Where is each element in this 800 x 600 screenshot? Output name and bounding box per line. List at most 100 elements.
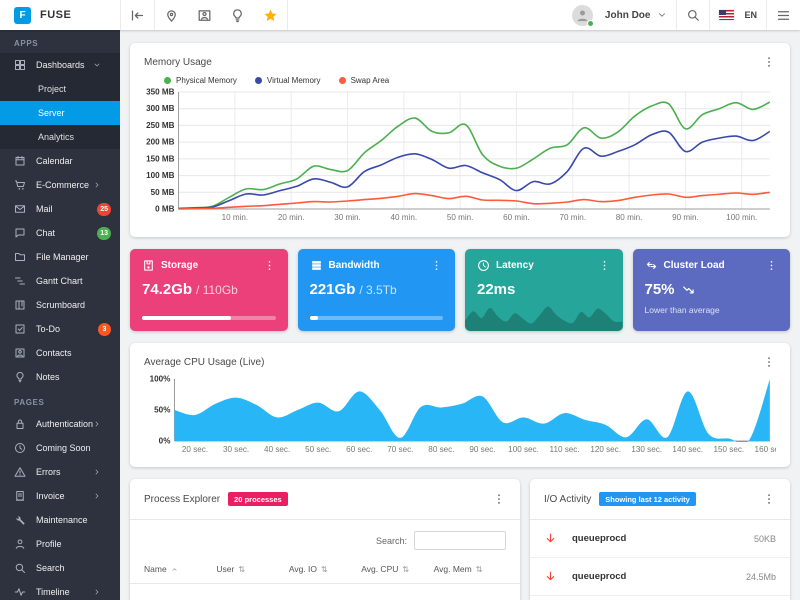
sort-icon: ⇅: [475, 564, 483, 574]
svg-text:80 min.: 80 min.: [616, 213, 643, 222]
todo-icon: [14, 323, 26, 335]
cluster-load-title: Cluster Load: [663, 260, 725, 271]
trending-down-icon: [682, 283, 696, 297]
chevron-right-icon: [93, 181, 101, 189]
bandwidth-card: Bandwidth 221Gb/ 3.5Tb: [297, 249, 455, 331]
chevron-right-icon: [93, 468, 101, 476]
sidebar-item-e-commerce[interactable]: E-Commerce: [0, 173, 120, 197]
latency-menu-icon[interactable]: [598, 259, 611, 272]
sidebar-item-invoice[interactable]: Invoice: [0, 484, 120, 508]
sidebar-item-chat[interactable]: Chat 13: [0, 221, 120, 245]
sidebar-item-contacts[interactable]: Contacts: [0, 341, 120, 365]
quick-panel-button[interactable]: [767, 0, 800, 30]
cluster-load-card: Cluster Load 75% Lower than average: [632, 249, 790, 331]
svg-text:30 min.: 30 min.: [334, 213, 361, 222]
sidebar-item-coming-soon[interactable]: Coming Soon: [0, 436, 120, 460]
search-icon: [14, 562, 26, 574]
sidebar-item-timeline[interactable]: Timeline: [0, 580, 120, 600]
shortcut-favorites-button[interactable]: [254, 0, 287, 30]
top-toolbar: F FUSE John Doe EN: [0, 0, 800, 30]
sidebar-item-search[interactable]: Search: [0, 556, 120, 580]
bandwidth-used-value: 221Gb: [309, 281, 356, 298]
chevron-right-icon: [93, 588, 101, 596]
storage-card: Storage 74.2Gb/ 110Gb: [130, 249, 288, 331]
search-button[interactable]: [677, 0, 709, 30]
sidebar-item-authentication[interactable]: Authentication: [0, 412, 120, 436]
bottom-row: Process Explorer 20 processes Search: Na…: [130, 479, 790, 600]
process-table-header: Name User ⇅ Avg. IO ⇅ Avg. CPU ⇅ Avg. Mem ⇅: [130, 552, 520, 584]
bandwidth-title: Bandwidth: [328, 260, 380, 271]
io-activity-row[interactable]: queueprocd 24.5Mb: [530, 558, 790, 596]
sidebar-item-notes[interactable]: Notes: [0, 365, 120, 389]
memory-usage-menu-icon[interactable]: [762, 55, 776, 69]
column-header-avg-io[interactable]: Avg. IO ⇅: [289, 564, 361, 574]
shortcut-contacts-button[interactable]: [188, 0, 221, 30]
latency-value: 22ms: [477, 281, 516, 298]
process-explorer-menu-icon[interactable]: [492, 492, 506, 506]
svg-text:350 MB: 350 MB: [146, 88, 175, 97]
cluster-load-value: 75%: [644, 281, 675, 298]
svg-text:300 MB: 300 MB: [146, 104, 175, 113]
cpu-usage-card: Average CPU Usage (Live) 20 sec. 30 sec. 4…: [130, 343, 790, 467]
svg-text:50 min.: 50 min.: [447, 213, 474, 222]
cpu-svg: 20 sec. 30 sec. 40 sec. 50 sec. 60 sec. 70 se…: [150, 375, 786, 454]
shortcut-location-button[interactable]: [155, 0, 188, 30]
svg-text:0%: 0%: [159, 437, 171, 446]
svg-text:150 MB: 150 MB: [146, 154, 175, 163]
sidebar-item-label: Authentication: [36, 419, 93, 429]
logo[interactable]: F FUSE: [0, 0, 120, 30]
sidebar-item-gantt-chart[interactable]: Gantt Chart: [0, 269, 120, 293]
sidebar-item-dashboards[interactable]: Dashboards: [0, 53, 120, 77]
svg-text:0 MB: 0 MB: [155, 205, 175, 214]
sidebar-item-calendar[interactable]: Calendar: [0, 149, 120, 173]
sort-asc-icon: [171, 566, 178, 573]
sidebar-item-profile[interactable]: Profile: [0, 532, 120, 556]
cluster-menu-icon[interactable]: [765, 259, 778, 272]
sidebar-item-project[interactable]: Project: [0, 77, 120, 101]
io-activity-row[interactable]: queueprocd 50KB: [530, 520, 790, 558]
memory-usage-title: Memory Usage: [144, 56, 212, 68]
svg-text:150 sec.: 150 sec.: [714, 445, 745, 454]
lightbulb-icon: [230, 8, 245, 23]
sidebar-item-analytics[interactable]: Analytics: [0, 125, 120, 149]
storage-progress-fill: [142, 316, 232, 320]
sidebar-item-mail[interactable]: Mail 25: [0, 197, 120, 221]
language-selector[interactable]: EN: [710, 0, 766, 30]
svg-text:50%: 50%: [154, 406, 170, 415]
legend-item-swap: Swap Area: [338, 76, 389, 85]
column-header-avg-cpu[interactable]: Avg. CPU ⇅: [361, 564, 433, 574]
column-header-name[interactable]: Name: [144, 564, 216, 574]
sidebar-item-scrumboard[interactable]: Scrumboard: [0, 293, 120, 317]
column-header-avg-mem[interactable]: Avg. Mem ⇅: [434, 564, 506, 574]
svg-text:120 sec.: 120 sec.: [590, 445, 621, 454]
latency_spark-svg: [465, 306, 623, 331]
svg-text:30 sec.: 30 sec.: [223, 445, 249, 454]
cluster-load-subtitle: Lower than average: [644, 305, 720, 315]
sidebar-item-label: Analytics: [38, 132, 75, 142]
io-transfer-size: 50KB: [753, 533, 776, 544]
column-header-user[interactable]: User ⇅: [216, 564, 288, 574]
sidebar-item-errors[interactable]: Errors: [0, 460, 120, 484]
chevron-right-icon: [93, 492, 101, 500]
latency-sparkline: [465, 297, 623, 331]
sort-icon: ⇅: [238, 564, 246, 574]
bandwidth-menu-icon[interactable]: [430, 259, 443, 272]
cpu-usage-menu-icon[interactable]: [762, 355, 776, 369]
storage-menu-icon[interactable]: [263, 259, 276, 272]
memory-svg: 10 min. 20 min. 30 min. 40 min. 50 min. 60 mi…: [146, 88, 770, 222]
sidebar-item-label: File Manager: [36, 252, 89, 262]
io-activity-menu-icon[interactable]: [762, 492, 776, 506]
sidebar-item-server[interactable]: Server: [0, 101, 120, 125]
sidebar-item-file-manager[interactable]: File Manager: [0, 245, 120, 269]
language-label: EN: [744, 10, 757, 20]
io-activity-rows: queueprocd 50KB queueprocd 24.5Mb: [530, 520, 790, 596]
sort-icon: ⇅: [402, 564, 410, 574]
sidebar-item-maintenance[interactable]: Maintenance: [0, 508, 120, 532]
logo-icon: F: [14, 6, 31, 24]
sidebar-item-to-do[interactable]: To-Do 3: [0, 317, 120, 341]
shortcut-notes-button[interactable]: [221, 0, 254, 30]
user-menu[interactable]: John Doe: [563, 0, 677, 30]
collapse-icon: [130, 8, 145, 23]
sidebar-collapse-button[interactable]: [121, 0, 154, 30]
process-search-input[interactable]: [414, 531, 506, 550]
